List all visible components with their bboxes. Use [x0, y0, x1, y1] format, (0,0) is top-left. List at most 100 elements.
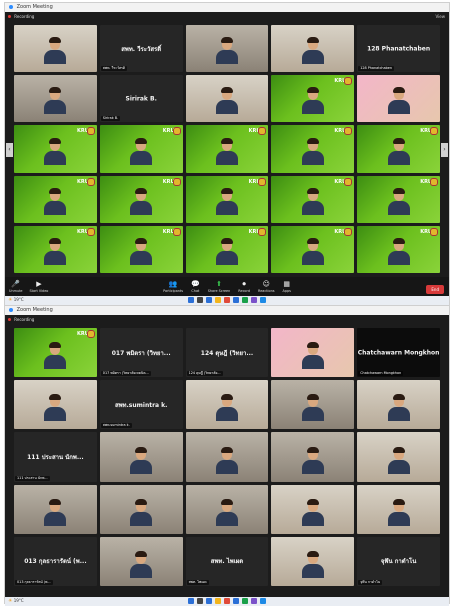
participant-tile[interactable]: KRU: [14, 328, 97, 378]
participant-tile[interactable]: KRU: [357, 175, 440, 223]
participant-tile[interactable]: [271, 536, 355, 586]
participant-tile[interactable]: Chatchawarn Mongkhon Chatchawarn Mongkhon: [357, 328, 440, 378]
toolbar-label: Reactions: [258, 289, 275, 293]
participant-tile[interactable]: KRU: [271, 175, 355, 223]
recording-indicator[interactable]: Recording: [8, 317, 34, 322]
participant-display-name: สพท.sumintra k.: [114, 401, 168, 409]
participant-tile[interactable]: สพท. วีระวัสรดิ์ สพท. วีระวัสรดิ์: [99, 25, 183, 73]
participant-tile[interactable]: KRU: [185, 175, 269, 223]
participant-tile[interactable]: [357, 432, 440, 482]
participant-tile[interactable]: [271, 432, 355, 482]
participant-tile[interactable]: KRU: [271, 225, 355, 273]
search-icon[interactable]: [197, 598, 203, 604]
participant-tile[interactable]: KRU: [185, 225, 269, 273]
participant-tile[interactable]: สพท. ไพเผด สพท. ไพเผด: [185, 536, 269, 586]
start-icon[interactable]: [188, 598, 194, 604]
participant-tile[interactable]: [14, 484, 97, 534]
participant-tile[interactable]: 111 ประสาน นักพ... 111 ประสาน นักพ...: [14, 432, 97, 482]
participant-tile[interactable]: [185, 484, 269, 534]
end-meeting-button[interactable]: End: [426, 285, 444, 294]
participant-tile[interactable]: KRU: [271, 125, 355, 173]
participant-tile[interactable]: [99, 484, 183, 534]
participant-tile[interactable]: [14, 75, 97, 123]
participant-tile[interactable]: Sirirak B. Sirirak B.: [99, 75, 183, 123]
edge-icon[interactable]: [233, 598, 239, 604]
task-view-icon[interactable]: [206, 297, 212, 303]
participant-tile[interactable]: [271, 328, 355, 378]
record-button[interactable]: ⏺ Record: [238, 280, 250, 293]
participant-tile[interactable]: 128 Phanatchaben 128 Phanatchaben: [357, 25, 440, 73]
camera-icon: ▶: [36, 280, 42, 288]
participant-tile[interactable]: [271, 25, 355, 73]
participant-tile[interactable]: [185, 432, 269, 482]
participant-video-icon: [130, 446, 153, 474]
participant-tile[interactable]: [99, 536, 183, 586]
participant-tile[interactable]: [14, 380, 97, 430]
line-icon[interactable]: [242, 297, 248, 303]
prev-page-button[interactable]: ‹: [6, 143, 13, 157]
line-icon[interactable]: [242, 598, 248, 604]
participant-tile[interactable]: [271, 380, 355, 430]
participant-video-icon: [387, 394, 410, 422]
edge-icon[interactable]: [233, 297, 239, 303]
share-screen-button[interactable]: ⬆ Share Screen: [208, 280, 231, 293]
participant-tile[interactable]: 124 ดุษฎี (วิทยา... 124 ดุษฎี (วิทยาลัย..…: [185, 328, 269, 378]
task-view-icon[interactable]: [206, 598, 212, 604]
zoom-taskbar-icon[interactable]: [260, 297, 266, 303]
participant-video-icon: [215, 137, 238, 165]
participant-tile[interactable]: [357, 380, 440, 430]
participant-tile[interactable]: KRU: [99, 125, 183, 173]
toolbar-left-group: 🎤 Unmute ▶ Start Video: [9, 280, 48, 293]
participant-tile[interactable]: [185, 25, 269, 73]
chrome-icon[interactable]: [224, 297, 230, 303]
university-seal-icon: [430, 177, 438, 186]
participant-tile[interactable]: KRU: [357, 225, 440, 273]
recording-indicator[interactable]: Recording: [8, 14, 34, 19]
participant-tile[interactable]: สพท.sumintra k. สพท.sumintra k.: [99, 380, 183, 430]
next-page-button[interactable]: ›: [441, 143, 448, 157]
file-explorer-icon[interactable]: [215, 297, 221, 303]
camera-button[interactable]: ▶ Start Video: [30, 280, 49, 293]
weather-widget[interactable]: ☀ 19°C: [8, 598, 24, 604]
view-button[interactable]: View: [436, 14, 446, 19]
weather-widget[interactable]: ☀ 19°C: [8, 297, 24, 303]
participant-tile[interactable]: KRU: [99, 225, 183, 273]
participant-tile[interactable]: [357, 75, 440, 123]
participant-tile[interactable]: [185, 380, 269, 430]
zoom-taskbar-icon[interactable]: [260, 598, 266, 604]
participant-video-icon: [130, 187, 153, 215]
participant-tile[interactable]: [14, 25, 97, 73]
reactions-button[interactable]: ☺ Reactions: [258, 280, 275, 293]
participant-tile[interactable]: [185, 75, 269, 123]
participant-tile[interactable]: [99, 432, 183, 482]
participants-button[interactable]: 👥 Participants: [163, 280, 183, 293]
teams-icon[interactable]: [251, 598, 257, 604]
participant-tile[interactable]: KRU: [14, 125, 97, 173]
participant-tile[interactable]: KRU: [99, 175, 183, 223]
participant-tile[interactable]: 013 กุลธารารัตน์ (พ... 013 กุลธารารัตน์ (…: [14, 536, 97, 586]
participant-tile[interactable]: KRU: [357, 125, 440, 173]
file-explorer-icon[interactable]: [215, 598, 221, 604]
participant-tile[interactable]: KRU: [14, 175, 97, 223]
participant-tile[interactable]: KRU: [185, 125, 269, 173]
start-icon[interactable]: [188, 297, 194, 303]
participant-video-icon: [387, 446, 410, 474]
participant-tile[interactable]: KRU: [271, 75, 355, 123]
chrome-icon[interactable]: [224, 598, 230, 604]
participant-tile[interactable]: จุฬัน กาดำโน จุฬัน กาดำโน: [357, 536, 440, 586]
apps-button[interactable]: ▦ Apps: [283, 280, 291, 293]
participant-video-icon: [387, 238, 410, 265]
search-icon[interactable]: [197, 297, 203, 303]
video-grid: สพท. วีระวัสรดิ์ สพท. วีระวัสรดิ์ 128 Phan…: [14, 25, 440, 273]
participant-tile[interactable]: 017 พมิตรา (วิทยา... 017 พมิตรา (วิทยาลัย…: [99, 328, 183, 378]
university-seal-icon: [258, 177, 267, 186]
mic-button[interactable]: 🎤 Unmute: [9, 280, 23, 293]
participant-tile[interactable]: KRU: [14, 225, 97, 273]
chat-button[interactable]: 💬 Chat: [191, 280, 200, 293]
university-seal-icon: [344, 227, 353, 236]
participant-tile[interactable]: [271, 484, 355, 534]
participant-video-icon: [130, 238, 153, 265]
participant-tile[interactable]: [357, 484, 440, 534]
share-screen-icon: ⬆: [216, 280, 222, 288]
teams-icon[interactable]: [251, 297, 257, 303]
